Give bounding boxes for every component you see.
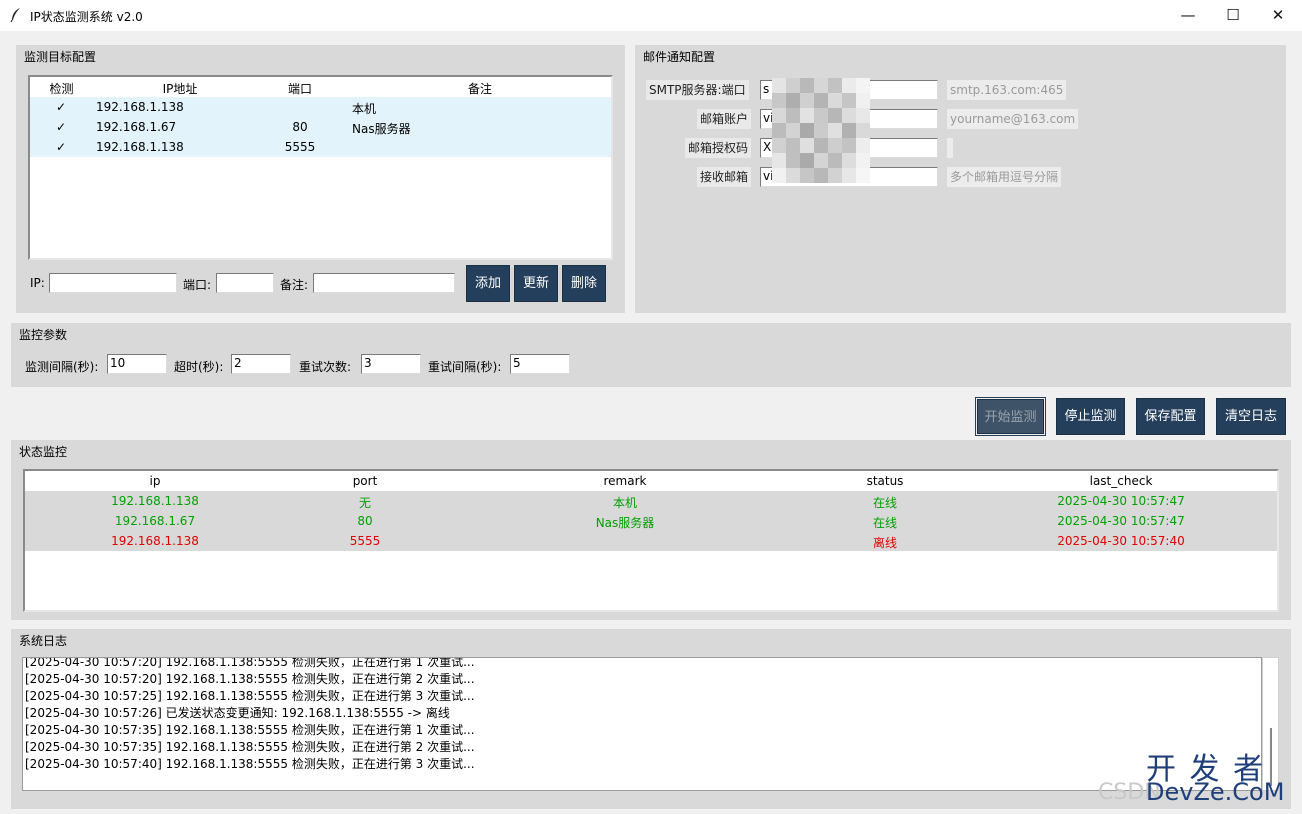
retries-input[interactable]: 3 [361,354,421,374]
log-line: [2025-04-30 10:57:20] 192.168.1.138:5555… [25,672,475,686]
privacy-mosaic [772,78,870,183]
row-ip: 192.168.1.138 [96,100,184,114]
table-row[interactable]: ✓ 192.168.1.138 5555 [30,137,611,157]
maximize-button[interactable]: ☐ [1210,0,1256,31]
smtp-hint: smtp.163.com:465 [947,80,1067,100]
authcode-hint [947,138,953,158]
delete-button[interactable]: 删除 [562,265,606,302]
table-row[interactable]: ✓ 192.168.1.138 本机 [30,97,611,117]
account-label: 邮箱账户 [697,109,752,129]
retry-interval-input[interactable]: 5 [510,354,570,374]
ip-label: IP: [30,276,45,290]
row-ip: 192.168.1.138 [111,494,199,508]
ip-input[interactable] [49,273,177,293]
update-button[interactable]: 更新 [514,265,558,302]
email-panel: 邮件通知配置 SMTP服务器:端口 s smtp.163.com:465 邮箱账… [635,45,1286,313]
row-port: 5555 [284,140,316,154]
row-last-check: 2025-04-30 10:57:40 [1057,534,1185,548]
stop-monitor-button[interactable]: 停止监测 [1056,398,1125,435]
table-row[interactable]: 192.168.1.67 80 Nas服务器 在线 2025-04-30 10:… [25,511,1277,531]
col-header-remark[interactable]: remark [445,474,805,488]
row-check: ✓ [56,140,67,154]
row-ip: 192.168.1.138 [96,140,184,154]
window-title: IP状态监测系统 v2.0 [30,10,143,24]
col-header-remark[interactable]: 备注 [330,80,611,97]
clear-log-button[interactable]: 清空日志 [1216,398,1286,435]
row-check: ✓ [56,100,67,114]
params-panel-title: 监控参数 [19,328,68,342]
close-button[interactable]: ✕ [1255,0,1301,31]
row-last-check: 2025-04-30 10:57:47 [1057,514,1185,528]
retry-interval-label: 重试间隔(秒): [428,360,502,374]
row-port: 无 [358,496,371,510]
port-label: 端口: [183,278,212,292]
save-config-button[interactable]: 保存配置 [1136,398,1205,435]
feather-icon [10,8,20,23]
row-ip: 192.168.1.67 [114,514,196,528]
log-line: [2025-04-30 10:57:25] 192.168.1.138:5555… [25,689,475,703]
interval-label: 监测间隔(秒): [25,360,99,374]
row-port: 80 [357,514,373,528]
col-header-ip[interactable]: ip [25,474,285,488]
interval-input[interactable]: 10 [107,354,167,374]
status-table[interactable]: ip port remark status last_check 192.168… [23,469,1279,612]
targets-panel-title: 监测目标配置 [24,50,97,64]
timeout-input[interactable]: 2 [231,354,291,374]
log-line: [2025-04-30 10:57:26] 已发送状态变更通知: 192.168… [25,706,450,720]
receiver-label: 接收邮箱 [697,167,752,187]
row-status: 离线 [872,536,897,550]
receiver-hint: 多个邮箱用逗号分隔 [947,167,1062,187]
row-port: 5555 [349,534,381,548]
retries-label: 重试次数: [299,360,352,374]
row-last-check: 2025-04-30 10:57:47 [1057,494,1185,508]
start-monitor-button[interactable]: 开始监测 [975,397,1046,436]
col-header-ip[interactable]: IP地址 [90,80,270,97]
email-panel-title: 邮件通知配置 [643,50,716,64]
log-line: [2025-04-30 10:57:35] 192.168.1.138:5555… [25,723,475,737]
table-row[interactable]: 192.168.1.138 5555 离线 2025-04-30 10:57:4… [25,531,1277,551]
row-port: 80 [292,120,308,134]
log-text[interactable]: [2025-04-30 10:57:20] 192.168.1.138:5555… [22,657,1262,791]
row-remark: 本机 [352,102,377,116]
status-table-header: ip port remark status last_check [25,471,1277,492]
status-panel-title: 状态监控 [19,445,68,459]
log-line: [2025-04-30 10:57:20] 192.168.1.138:5555… [25,657,475,669]
row-ip: 192.168.1.138 [111,534,199,548]
col-header-port[interactable]: 端口 [270,80,330,97]
row-check: ✓ [56,120,67,134]
table-row[interactable]: ✓ 192.168.1.67 80 Nas服务器 [30,117,611,137]
row-ip: 192.168.1.67 [96,120,177,134]
row-remark: Nas服务器 [595,516,655,530]
targets-panel: 监测目标配置 检测 IP地址 端口 备注 ✓ 192.168.1.138 本机 … [16,45,625,313]
table-row[interactable]: 192.168.1.138 无 本机 在线 2025-04-30 10:57:4… [25,491,1277,511]
title-bar: IP状态监测系统 v2.0 — ☐ ✕ [0,0,1302,31]
params-panel: 监控参数 监测间隔(秒): 10 超时(秒): 2 重试次数: 3 重试间隔(秒… [11,323,1291,387]
log-panel-title: 系统日志 [19,634,68,648]
authcode-label: 邮箱授权码 [685,138,752,158]
row-remark: Nas服务器 [352,122,411,136]
row-status: 在线 [872,496,897,510]
port-input[interactable] [216,273,274,293]
remark-label: 备注: [280,278,309,292]
col-header-last-check[interactable]: last_check [965,474,1277,488]
log-line: [2025-04-30 10:57:40] 192.168.1.138:5555… [25,757,475,771]
targets-table-header: 检测 IP地址 端口 备注 [30,77,611,98]
minimize-button[interactable]: — [1165,0,1211,31]
add-button[interactable]: 添加 [466,265,510,302]
remark-input[interactable] [313,273,455,293]
account-hint: yourname@163.com [947,109,1079,129]
col-header-port[interactable]: port [285,474,445,488]
timeout-label: 超时(秒): [174,360,224,374]
smtp-label: SMTP服务器:端口 [646,80,749,100]
status-panel: 状态监控 ip port remark status last_check 19… [11,440,1291,620]
watermark-brand: DevZe.CoM [1146,778,1285,806]
col-header-check[interactable]: 检测 [34,80,89,97]
row-remark: 本机 [612,496,637,510]
col-header-status[interactable]: status [805,474,965,488]
targets-table[interactable]: 检测 IP地址 端口 备注 ✓ 192.168.1.138 本机 ✓ 192.1… [28,75,613,260]
log-line: [2025-04-30 10:57:35] 192.168.1.138:5555… [25,740,475,754]
row-status: 在线 [872,516,897,530]
